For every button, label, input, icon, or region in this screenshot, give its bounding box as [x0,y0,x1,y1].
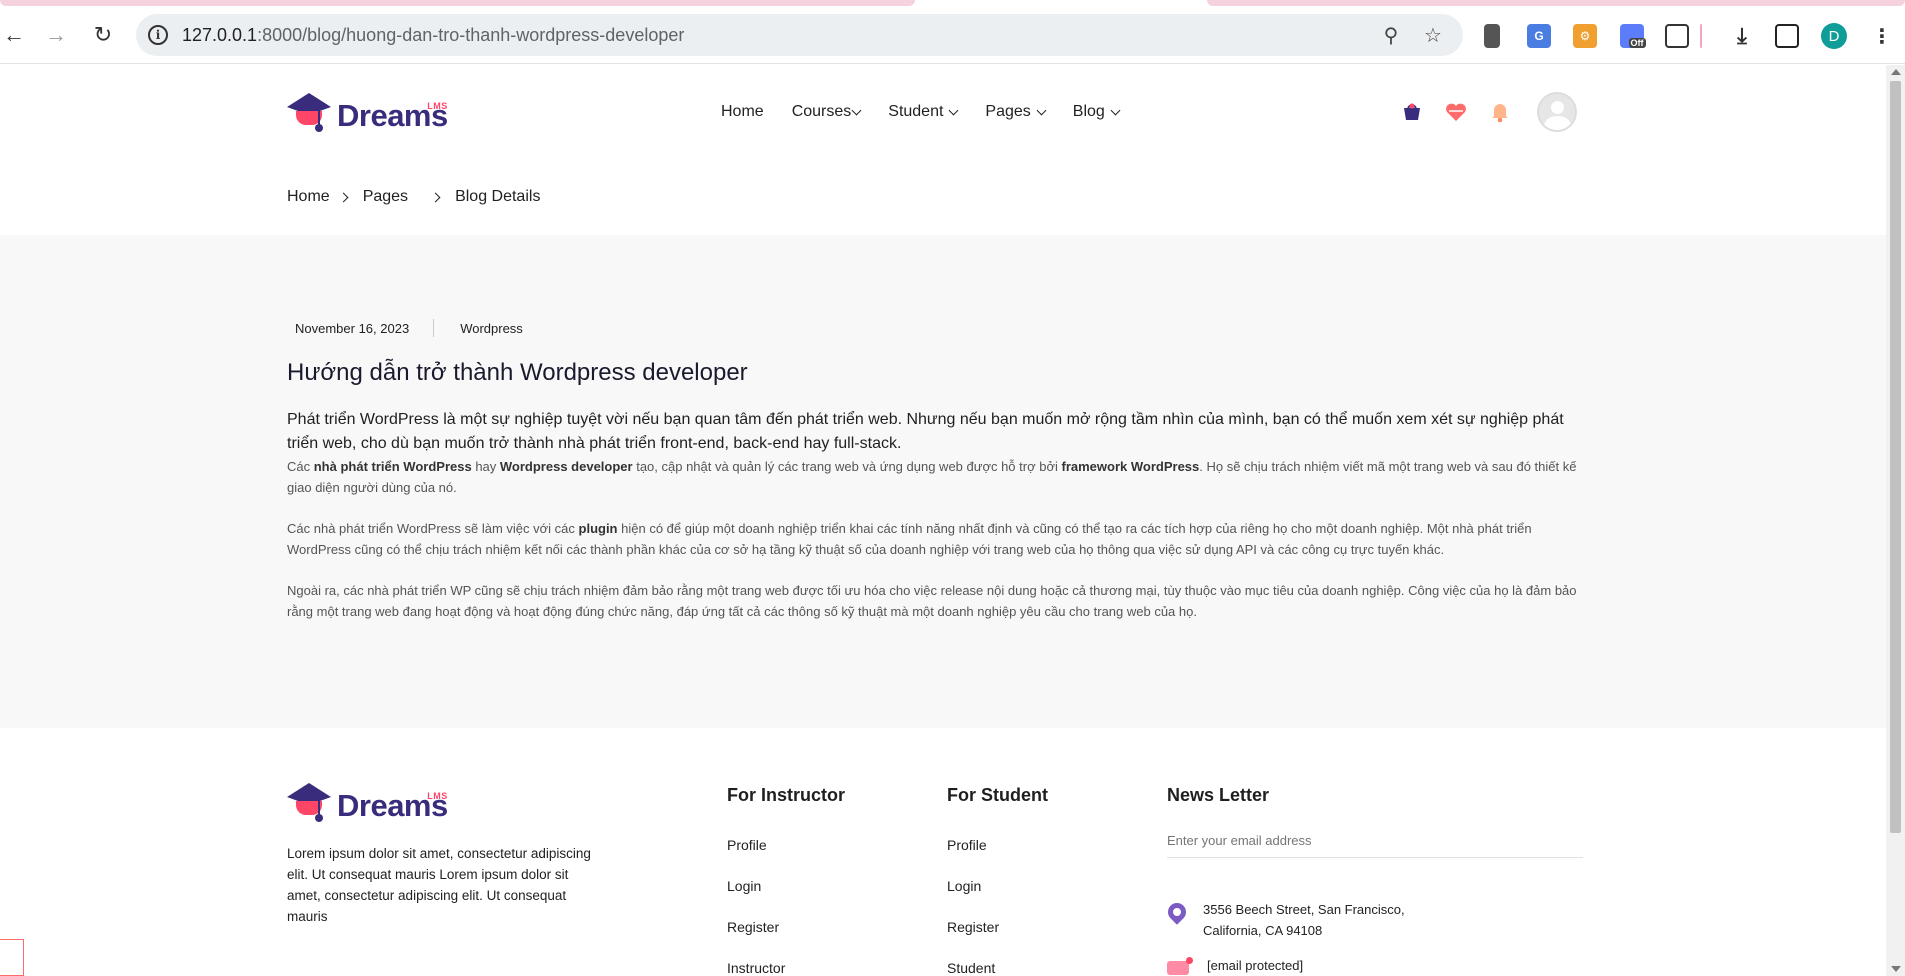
extension-gear-icon[interactable]: ⚙ [1573,24,1597,48]
footer-instructor-register[interactable]: Register [727,919,779,935]
footer-email[interactable]: [email protected] [1207,958,1303,973]
footer-instructor-profile[interactable]: Profile [727,837,767,853]
wishlist-heart-icon[interactable] [1444,100,1468,124]
reload-icon[interactable]: ↻ [89,21,117,49]
footer-student-student[interactable]: Student [947,960,995,976]
post-paragraph-3: Ngoài ra, các nhà phát triển WP cũng sẽ … [287,583,1577,619]
address-line-1: 3556 Beech Street, San Francisco, [1203,902,1405,917]
post-date: November 16, 2023 [295,320,410,336]
back-icon[interactable]: ← [0,21,28,49]
header-logo[interactable]: Dreams LMS [287,93,448,132]
cart-icon[interactable] [1400,100,1424,124]
debug-corner-icon[interactable] [0,939,24,976]
mail-icon [1167,957,1193,975]
chevron-down-icon [1036,105,1047,115]
nav-pages[interactable]: Pages [985,103,1047,121]
location-pin-icon [1164,899,1190,925]
breadcrumb-current: Blog Details [455,188,541,205]
post-title: Hướng dẫn trở thành Wordpress developer [287,359,748,386]
post-category[interactable]: Wordpress [460,321,523,336]
menu-kebab-icon[interactable]: ⋮ [1870,24,1894,48]
footer-instructor-title: For Instructor [727,785,846,805]
notification-bell-icon[interactable] [1488,100,1512,124]
logo-badge: LMS [427,101,448,111]
footer-address: 3556 Beech Street, San Francisco, Califor… [1203,899,1405,941]
extension-phone-icon[interactable] [1484,24,1500,48]
browser-toolbar: ← → ↻ i 127.0.0.1:8000/blog/huong-dan-tr… [0,6,1905,64]
url-path: :8000/blog/huong-dan-tro-thanh-wordpress… [257,25,685,45]
nav-courses[interactable]: Courses [791,103,862,121]
nav-student[interactable]: Student [888,103,959,121]
scrollbar-thumb[interactable] [1890,81,1901,833]
footer-logo-badge: LMS [427,791,448,801]
post-meta: November 16, 2023 Wordpress [295,319,523,337]
chevron-right-icon [430,192,441,202]
logo-text: Dreams LMS [337,100,448,131]
graduation-cap-icon [287,93,331,132]
footer-instructor-login[interactable]: Login [727,878,761,894]
side-panel-icon[interactable] [1775,24,1799,48]
forward-icon[interactable]: → [42,21,70,49]
nav-courses-label: Courses [791,103,852,120]
profile-avatar[interactable]: D [1821,23,1847,49]
address-bar[interactable]: i 127.0.0.1:8000/blog/huong-dan-tro-than… [136,14,1463,56]
scroll-up-icon[interactable] [1891,69,1901,75]
post-lead: Phát triển WordPress là một sự nghiệp tu… [287,411,1564,452]
site-info-icon[interactable]: i [148,25,168,45]
nav-student-label: Student [888,103,944,120]
nav-pages-label: Pages [985,103,1031,120]
toolbar-divider [1700,24,1702,48]
main-navigation: Home Courses Student Pages Blog [721,103,1147,121]
meta-divider [433,319,435,337]
post-paragraph-1: Các nhà phát triển WordPress hay Wordpre… [287,459,1577,495]
download-icon[interactable]: ⤓ [1730,23,1754,48]
newsletter-email-input[interactable] [1167,823,1583,858]
nav-blog-label: Blog [1072,103,1105,120]
bookmark-star-icon[interactable]: ☆ [1422,24,1444,47]
nav-home-label: Home [721,103,764,120]
web-page: Dreams LMS Home Courses Student Pages Blo… [0,65,1886,976]
chevron-down-icon [948,105,959,115]
scroll-down-icon[interactable] [1891,966,1901,972]
chevron-right-icon [338,192,349,202]
chevron-down-icon [851,105,862,115]
url-host: 127.0.0.1 [182,25,258,45]
page-scrollbar[interactable] [1886,65,1905,976]
breadcrumb-home[interactable]: Home [287,188,330,206]
post-paragraph-2: Các nhà phát triển WordPress sẽ làm việc… [287,521,1532,557]
zoom-icon[interactable]: ⚲ [1380,24,1402,47]
footer-student-login[interactable]: Login [947,878,981,894]
footer-instructor-instructor[interactable]: Instructor [727,960,785,976]
footer-student-profile[interactable]: Profile [947,837,987,853]
footer-logo-text: Dreams LMS [337,790,448,821]
address-line-2: California, CA 94108 [1203,923,1323,938]
breadcrumb: Home Pages Blog Details [287,188,540,206]
extension-off-icon[interactable]: Off [1620,24,1646,48]
breadcrumb-pages[interactable]: Pages [363,188,408,206]
footer-newsletter-title: News Letter [1167,785,1270,805]
user-avatar[interactable] [1537,92,1577,132]
extension-off-label: Off [1628,38,1646,48]
translate-extension-icon[interactable]: G [1527,24,1551,48]
chevron-down-icon [1110,105,1121,115]
footer-logo[interactable]: Dreams LMS [287,783,448,822]
nav-blog[interactable]: Blog [1072,103,1121,121]
footer-about-text: Lorem ipsum dolor sit amet, consectetur … [287,846,591,924]
nav-home[interactable]: Home [721,103,764,121]
footer-student-register[interactable]: Register [947,919,999,935]
extensions-puzzle-icon[interactable] [1665,24,1689,48]
footer-student-title: For Student [947,785,1048,805]
url-text[interactable]: 127.0.0.1:8000/blog/huong-dan-tro-thanh-… [182,25,684,46]
graduation-cap-icon [287,783,331,822]
